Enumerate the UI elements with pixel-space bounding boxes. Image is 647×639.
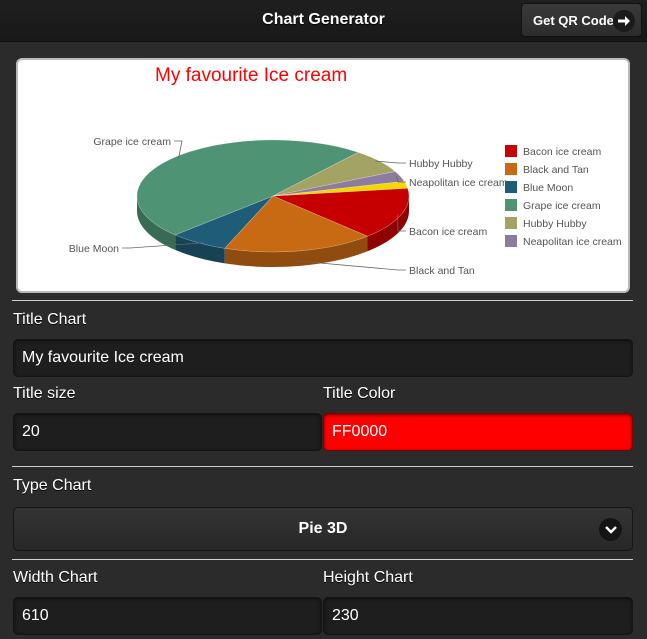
divider [12, 300, 633, 301]
title-size-input[interactable]: 20 [13, 413, 322, 451]
height-chart-label: Height Chart [323, 569, 413, 586]
legend-swatch [505, 217, 517, 229]
data-label: Hubby Hubby [409, 158, 473, 170]
divider [12, 559, 633, 560]
chevron-down-icon [599, 518, 622, 541]
type-chart-select[interactable]: Pie 3D [13, 507, 633, 551]
header-bar: Chart Generator Get QR Code [0, 0, 647, 42]
legend-entry: Hubby Hubby [523, 218, 587, 230]
height-chart-input[interactable]: 230 [323, 597, 633, 635]
legend-entry: Blue Moon [523, 182, 573, 194]
legend-swatch [505, 145, 517, 157]
arrow-right-icon [613, 10, 635, 32]
chart-preview: My favourite Ice cream Bacon ice cream Bla… [16, 58, 630, 293]
data-label: Bacon ice cream [409, 226, 487, 238]
legend-swatch [505, 163, 517, 175]
type-chart-label: Type Chart [13, 477, 92, 494]
chart-title: My favourite Ice cream [155, 65, 347, 86]
legend-swatch [505, 199, 517, 211]
type-chart-value: Pie 3D [298, 520, 348, 537]
legend-swatch [505, 181, 517, 193]
pie-chart: My favourite Ice cream Bacon ice cream Bla… [69, 65, 622, 277]
data-label: Black and Tan [409, 265, 475, 277]
data-label: Blue Moon [69, 243, 119, 255]
leader-line [296, 260, 406, 271]
title-chart-input[interactable]: My favourite Ice cream [13, 339, 633, 377]
qr-button-label: Get QR Code [533, 12, 614, 28]
title-size-label: Title size [13, 385, 76, 402]
legend-swatch [505, 235, 517, 247]
title-color-input[interactable]: FF0000 [323, 413, 633, 451]
title-chart-label: Title Chart [13, 311, 87, 328]
data-label: Neapolitan ice cream [409, 177, 508, 189]
width-chart-label: Width Chart [13, 569, 98, 586]
legend-entry: Neapolitan ice cream [523, 236, 622, 248]
divider [12, 466, 633, 467]
legend-entry: Black and Tan [523, 164, 589, 176]
title-color-label: Title Color [323, 385, 396, 402]
width-chart-input[interactable]: 610 [13, 597, 322, 635]
get-qr-code-button[interactable]: Get QR Code [521, 3, 642, 37]
data-label: Grape ice cream [93, 136, 171, 148]
legend-entry: Grape ice cream [523, 200, 601, 212]
legend-entry: Bacon ice cream [523, 146, 601, 158]
